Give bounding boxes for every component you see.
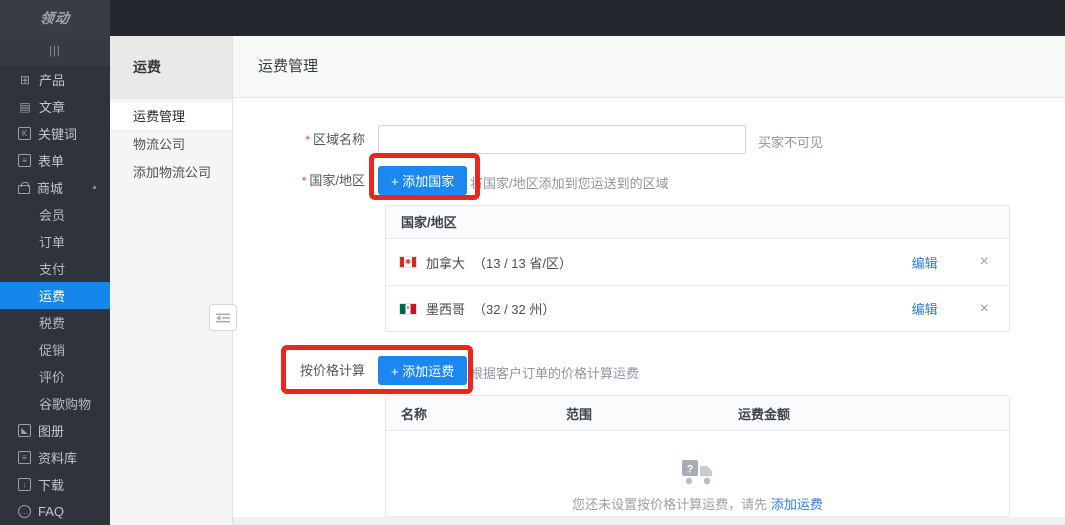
sidebar-item-orders[interactable]: 订单 [0, 228, 110, 255]
mexico-flag-icon: • [399, 303, 417, 315]
sidebar-item-label: 评价 [39, 367, 65, 386]
add-freight-button[interactable]: + 添加运费 [378, 356, 467, 385]
sidebar-item-label: FAQ [38, 504, 64, 519]
region-name-input[interactable] [378, 125, 746, 154]
sidebar-item-label: 支付 [39, 259, 65, 278]
add-country-button[interactable]: + 添加国家 [378, 166, 467, 195]
sidebar-item-mall[interactable]: 商城 ▲ [0, 174, 110, 201]
column-header-range: 范围 [566, 404, 738, 423]
sidebar-item-label: 表单 [38, 151, 64, 170]
empty-state-text: 您还未设置按价格计算运费，请先 添加运费 [572, 494, 823, 513]
country-table-header: 国家/地区 [386, 206, 1009, 239]
sidebar-menu: ⊞ 产品 ▤ 文章 K 关键词 ≡ 表单 商城 ▲ 会员 [0, 66, 110, 525]
sidebar-item-label: 税费 [39, 313, 65, 332]
sidebar-item-label: 谷歌购物 [39, 394, 91, 413]
sidebar-item-label: 促销 [39, 340, 65, 359]
edit-link[interactable]: 编辑 [912, 299, 938, 318]
sidebar-item-downloads[interactable]: ↓ 下载 [0, 471, 110, 498]
sidebar-item-faq[interactable]: … FAQ [0, 498, 110, 525]
topbar: 领动 [0, 0, 1065, 36]
column-header-name: 名称 [401, 404, 566, 423]
price-calc-label: 按价格计算 [233, 356, 365, 385]
sidebar-item-label: 订单 [39, 232, 65, 251]
sidebar-item-label: 商城 [37, 178, 63, 197]
country-detail: （32 / 32 州） [473, 299, 555, 318]
remove-icon[interactable]: × [980, 253, 989, 271]
page-title: 运费管理 [258, 58, 318, 75]
secondary-sidebar-title: 运费 [110, 36, 232, 99]
logo-text: 领动 [39, 8, 72, 28]
table-row: ✱ 加拿大 （13 / 13 省/区） 编辑 × [386, 239, 1009, 285]
collapse-panel-icon [216, 313, 230, 323]
sidebar-item-payments[interactable]: 支付 [0, 255, 110, 282]
remove-icon[interactable]: × [980, 300, 989, 318]
sidebar-item-reviews[interactable]: 评价 [0, 363, 110, 390]
country-table: 国家/地区 ✱ 加拿大 （13 / 13 省/区） 编辑 × • 墨西哥 （32… [385, 205, 1010, 332]
secondary-sidebar: 运费 运费管理 物流公司 添加物流公司 [110, 36, 233, 525]
collapse-panel-button[interactable] [209, 304, 237, 331]
sidebar-item-label: 下载 [38, 475, 64, 494]
price-table-header-row: 名称 范围 运费金额 [386, 396, 1009, 431]
sidebar-item-freight[interactable]: 运费 [0, 282, 110, 309]
add-freight-link[interactable]: 添加运费 [771, 497, 823, 512]
edit-link[interactable]: 编辑 [912, 253, 938, 272]
form-icon: ≡ [18, 154, 31, 167]
album-icon: ◣ [18, 424, 31, 437]
sidebar-item-members[interactable]: 会员 [0, 201, 110, 228]
sidebar-item-keywords[interactable]: K 关键词 [0, 120, 110, 147]
add-country-help: 将国家/地区添加到您运送到的区域 [470, 173, 669, 192]
faq-icon: … [18, 505, 31, 518]
sidebar-item-products[interactable]: ⊞ 产品 [0, 66, 110, 93]
sidebar-item-label: 运费 [39, 286, 65, 305]
sidebar-item-label: 文章 [39, 97, 65, 116]
truck-question-icon: ? [681, 459, 715, 485]
column-header-amount: 运费金额 [738, 404, 790, 423]
price-calc-help: 根据客户订单的价格计算运费 [470, 363, 639, 382]
app-window: 领动 ||| ⊞ 产品 ▤ 文章 K 关键词 ≡ 表单 [0, 0, 1065, 525]
sidebar-item-library[interactable]: ≡ 资料库 [0, 444, 110, 471]
submenu-item-logistics-company[interactable]: 物流公司 [110, 131, 232, 159]
primary-sidebar: ||| ⊞ 产品 ▤ 文章 K 关键词 ≡ 表单 商城 ▲ [0, 36, 110, 525]
sidebar-item-label: 图册 [38, 421, 64, 440]
price-table-empty-state: ? 您还未设置按价格计算运费，请先 添加运费 [386, 431, 1009, 517]
required-asterisk: * [305, 133, 310, 147]
mall-bag-icon [18, 185, 30, 194]
page-header: 运费管理 [233, 36, 1065, 98]
country-name: 加拿大 [426, 253, 465, 272]
secondary-menu: 运费管理 物流公司 添加物流公司 [110, 99, 232, 187]
article-icon: ▤ [18, 101, 32, 113]
sidebar-toggle[interactable]: ||| [0, 36, 110, 66]
sidebar-item-label: 关键词 [38, 124, 77, 143]
sidebar-item-label: 资料库 [38, 448, 77, 467]
sidebar-item-label: 会员 [39, 205, 65, 224]
caret-up-icon: ▲ [91, 184, 98, 191]
download-icon: ↓ [18, 478, 31, 491]
country-name: 墨西哥 [426, 299, 465, 318]
hamburger-icon: ||| [49, 45, 61, 57]
sidebar-item-google-shopping[interactable]: 谷歌购物 [0, 390, 110, 417]
svg-text:?: ? [686, 464, 693, 476]
sidebar-item-albums[interactable]: ◣ 图册 [0, 417, 110, 444]
country-detail: （13 / 13 省/区） [473, 253, 572, 272]
app-logo[interactable]: 领动 [0, 0, 110, 36]
required-asterisk: * [302, 174, 307, 188]
submenu-item-freight-management[interactable]: 运费管理 [110, 103, 232, 131]
buyer-invisible-hint: 买家不可见 [758, 132, 823, 151]
main-content: 运费管理 *区域名称 买家不可见 *国家/地区 + 添加国家 将国家/地区添加到… [233, 36, 1065, 525]
sidebar-item-label: 产品 [39, 70, 65, 89]
grid-icon: ⊞ [18, 74, 32, 86]
submenu-item-add-logistics-company[interactable]: 添加物流公司 [110, 159, 232, 187]
country-region-label: *国家/地区 [233, 166, 365, 196]
canada-flag-icon: ✱ [399, 256, 417, 268]
sidebar-item-articles[interactable]: ▤ 文章 [0, 93, 110, 120]
library-icon: ≡ [18, 451, 31, 464]
keyword-icon: K [18, 127, 31, 140]
sidebar-item-promotions[interactable]: 促销 [0, 336, 110, 363]
content-bottom-edge [233, 517, 1065, 525]
price-table: 名称 范围 运费金额 ? 您还未设置按价格计算运费，请先 添加运费 [385, 395, 1010, 517]
table-row: • 墨西哥 （32 / 32 州） 编辑 × [386, 285, 1009, 331]
sidebar-item-taxes[interactable]: 税费 [0, 309, 110, 336]
sidebar-item-forms[interactable]: ≡ 表单 [0, 147, 110, 174]
region-name-label: *区域名称 [233, 125, 365, 155]
